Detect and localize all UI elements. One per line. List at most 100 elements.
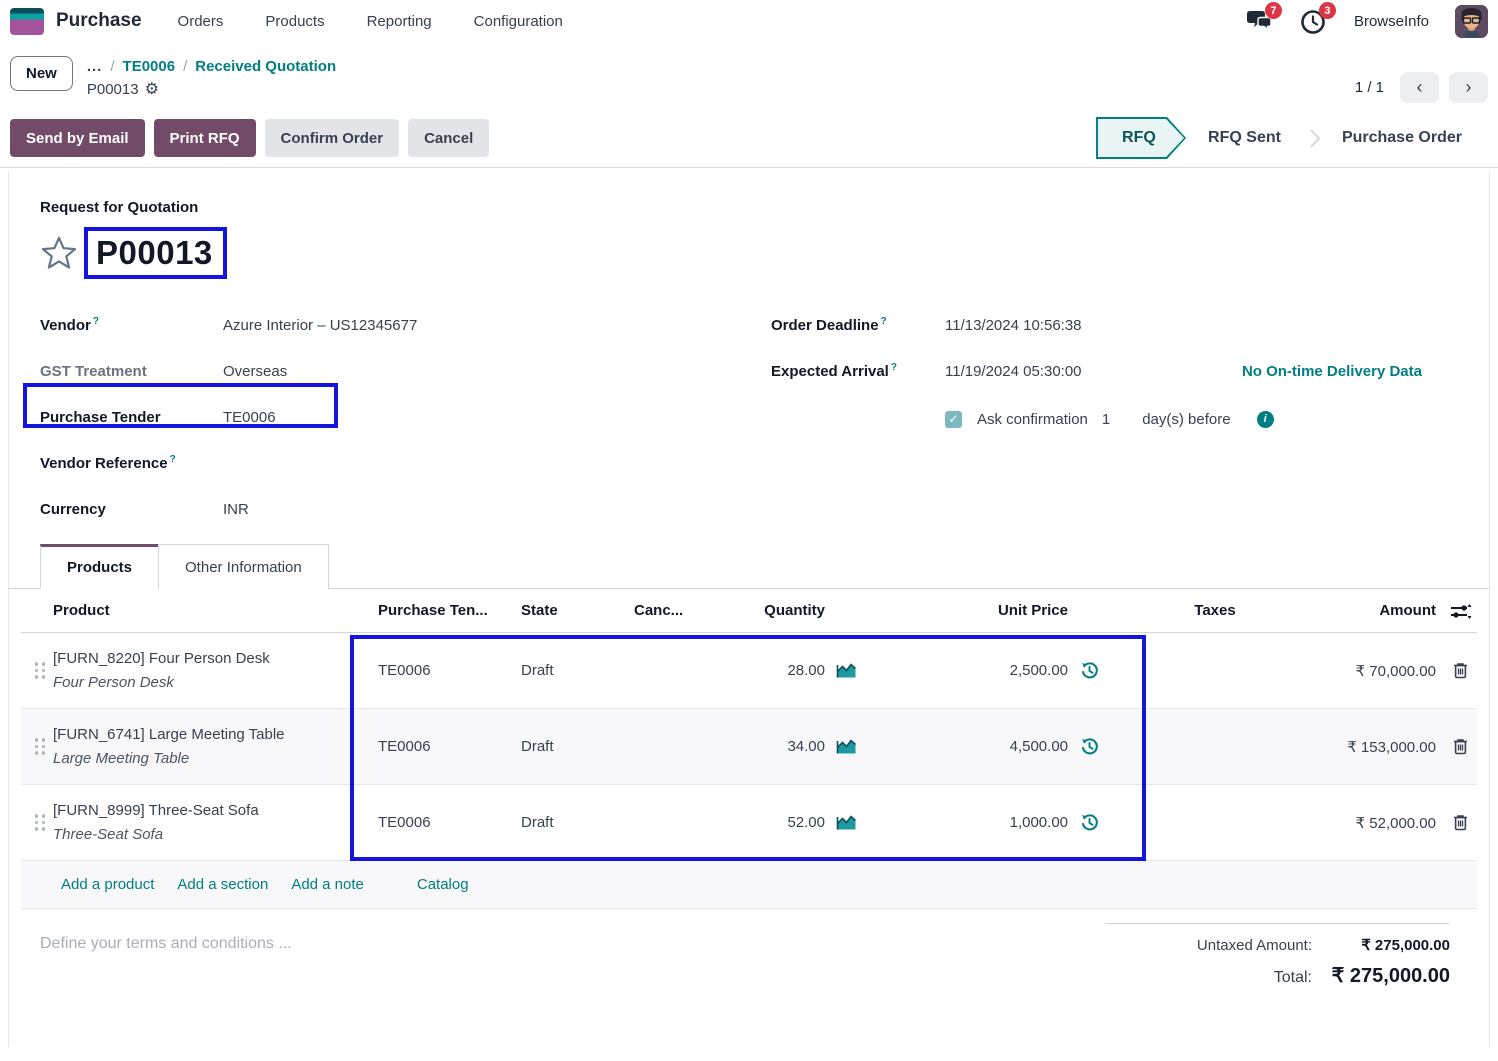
nav-orders[interactable]: Orders	[178, 13, 224, 30]
breadcrumb-collapsed[interactable]: ...	[87, 58, 103, 75]
drag-handle-icon[interactable]	[35, 738, 46, 755]
optional-columns-icon[interactable]	[1444, 603, 1477, 619]
price-history-icon[interactable]	[1068, 737, 1110, 756]
drag-handle-icon[interactable]	[35, 814, 46, 831]
price-history-icon[interactable]	[1068, 661, 1110, 680]
forecast-chart-icon[interactable]	[825, 738, 867, 755]
line-tender[interactable]: TE0006	[378, 662, 521, 679]
col-product[interactable]: Product	[53, 602, 378, 619]
favorite-star-icon[interactable]	[40, 235, 78, 271]
price-history-icon[interactable]	[1068, 813, 1110, 832]
avatar[interactable]	[1455, 5, 1488, 38]
gst-treatment-label: GST Treatment	[40, 363, 223, 380]
pager-previous-button[interactable]: ‹	[1400, 72, 1439, 103]
help-marker: ?	[93, 316, 99, 327]
add-note-link[interactable]: Add a note	[291, 876, 364, 893]
product-name[interactable]: [FURN_8220] Four Person Desk	[53, 650, 378, 667]
gst-treatment-field[interactable]: Overseas	[223, 363, 287, 380]
confirmation-days-field[interactable]: 1	[1102, 411, 1110, 428]
currency-field[interactable]: INR	[223, 501, 249, 518]
line-state[interactable]: Draft	[521, 814, 634, 831]
table-row[interactable]: [FURN_8220] Four Person Desk Four Person…	[21, 633, 1477, 709]
catalog-link[interactable]: Catalog	[417, 876, 469, 893]
help-marker: ?	[881, 316, 887, 327]
line-tender[interactable]: TE0006	[378, 738, 521, 755]
col-quantity[interactable]: Quantity	[706, 602, 825, 619]
line-amount: ₹ 52,000.00	[1320, 814, 1444, 832]
new-button[interactable]: New	[10, 56, 73, 91]
table-row[interactable]: [FURN_8999] Three-Seat Sofa Three-Seat S…	[21, 785, 1477, 861]
gear-icon[interactable]: ⚙	[145, 82, 159, 98]
user-menu[interactable]: BrowseInfo	[1354, 13, 1429, 30]
delete-line-icon[interactable]	[1444, 662, 1477, 679]
add-section-link[interactable]: Add a section	[177, 876, 268, 893]
on-time-delivery-link[interactable]: No On-time Delivery Data	[1242, 363, 1422, 380]
activities-button[interactable]: 3	[1300, 8, 1328, 34]
nav-reporting[interactable]: Reporting	[367, 13, 432, 30]
line-unit-price[interactable]: 4,500.00	[867, 738, 1068, 755]
col-unit-price[interactable]: Unit Price	[867, 602, 1068, 619]
delete-line-icon[interactable]	[1444, 814, 1477, 831]
forecast-chart-icon[interactable]	[825, 814, 867, 831]
breadcrumb-current: P00013	[87, 81, 139, 98]
add-product-link[interactable]: Add a product	[61, 876, 154, 893]
vendor-field[interactable]: Azure Interior – US12345677	[223, 317, 417, 334]
col-amount[interactable]: Amount	[1320, 602, 1444, 619]
purchase-app-icon[interactable]	[10, 8, 44, 35]
table-header-row: Product Purchase Ten... State Canc... Qu…	[21, 589, 1477, 633]
drag-handle-icon[interactable]	[35, 662, 46, 679]
app-title[interactable]: Purchase	[56, 10, 142, 32]
untaxed-amount-label: Untaxed Amount:	[1197, 937, 1312, 954]
pager-next-button[interactable]: ›	[1449, 72, 1488, 103]
product-description[interactable]: Four Person Desk	[53, 674, 378, 691]
breadcrumb-link-view[interactable]: Received Quotation	[195, 58, 336, 75]
forecast-chart-icon[interactable]	[825, 662, 867, 679]
ask-confirmation-checkbox[interactable]: ✓	[945, 411, 962, 428]
line-tender[interactable]: TE0006	[378, 814, 521, 831]
action-toolbar: Send by Email Print RFQ Confirm Order Ca…	[0, 109, 1498, 168]
line-unit-price[interactable]: 1,000.00	[867, 814, 1068, 831]
form-sheet: Request for Quotation P00013 Vendor? Azu…	[8, 171, 1490, 1047]
line-quantity[interactable]: 28.00	[706, 662, 825, 679]
help-marker: ?	[891, 362, 897, 373]
table-body: [FURN_8220] Four Person Desk Four Person…	[21, 633, 1477, 861]
print-rfq-button[interactable]: Print RFQ	[154, 119, 256, 157]
line-quantity[interactable]: 52.00	[706, 814, 825, 831]
line-unit-price[interactable]: 2,500.00	[867, 662, 1068, 679]
line-state[interactable]: Draft	[521, 662, 634, 679]
days-before-label: day(s) before	[1142, 411, 1230, 428]
confirm-order-button[interactable]: Confirm Order	[265, 119, 400, 157]
status-step-rfq-sent[interactable]: RFQ Sent	[1186, 129, 1303, 147]
col-state[interactable]: State	[521, 602, 634, 619]
line-state[interactable]: Draft	[521, 738, 634, 755]
tab-other-information[interactable]: Other Information	[158, 544, 329, 589]
expected-arrival-field[interactable]: 11/19/2024 05:30:00	[945, 363, 1082, 380]
nav-products[interactable]: Products	[265, 13, 324, 30]
line-quantity[interactable]: 34.00	[706, 738, 825, 755]
messages-button[interactable]: 7	[1244, 8, 1274, 34]
purchase-tender-field[interactable]: TE0006	[223, 409, 276, 426]
product-description[interactable]: Three-Seat Sofa	[53, 826, 378, 843]
send-by-email-button[interactable]: Send by Email	[10, 119, 145, 157]
terms-placeholder[interactable]: Define your terms and conditions ...	[40, 923, 292, 997]
tab-products[interactable]: Products	[40, 544, 159, 589]
breadcrumb-separator: /	[183, 58, 187, 75]
col-cancelled[interactable]: Canc...	[634, 602, 706, 619]
delete-line-icon[interactable]	[1444, 738, 1477, 755]
messages-badge: 7	[1265, 2, 1282, 19]
status-step-rfq[interactable]: RFQ	[1096, 117, 1186, 159]
record-name[interactable]: P00013	[96, 234, 213, 271]
cancel-button[interactable]: Cancel	[408, 119, 489, 157]
totals-block: Untaxed Amount: ₹ 275,000.00 Total: ₹ 27…	[1105, 923, 1450, 997]
product-name[interactable]: [FURN_8999] Three-Seat Sofa	[53, 802, 378, 819]
status-step-purchase-order[interactable]: Purchase Order	[1320, 129, 1484, 147]
order-lines-table: Product Purchase Ten... State Canc... Qu…	[9, 589, 1489, 909]
table-row[interactable]: [FURN_6741] Large Meeting Table Large Me…	[21, 709, 1477, 785]
nav-configuration[interactable]: Configuration	[474, 13, 563, 30]
product-description[interactable]: Large Meeting Table	[53, 750, 378, 767]
product-name[interactable]: [FURN_6741] Large Meeting Table	[53, 726, 378, 743]
col-purchase-tender[interactable]: Purchase Ten...	[378, 602, 521, 619]
breadcrumb-link-tender[interactable]: TE0006	[123, 58, 176, 75]
col-taxes[interactable]: Taxes	[1110, 602, 1320, 619]
order-deadline-field[interactable]: 11/13/2024 10:56:38	[945, 317, 1082, 334]
